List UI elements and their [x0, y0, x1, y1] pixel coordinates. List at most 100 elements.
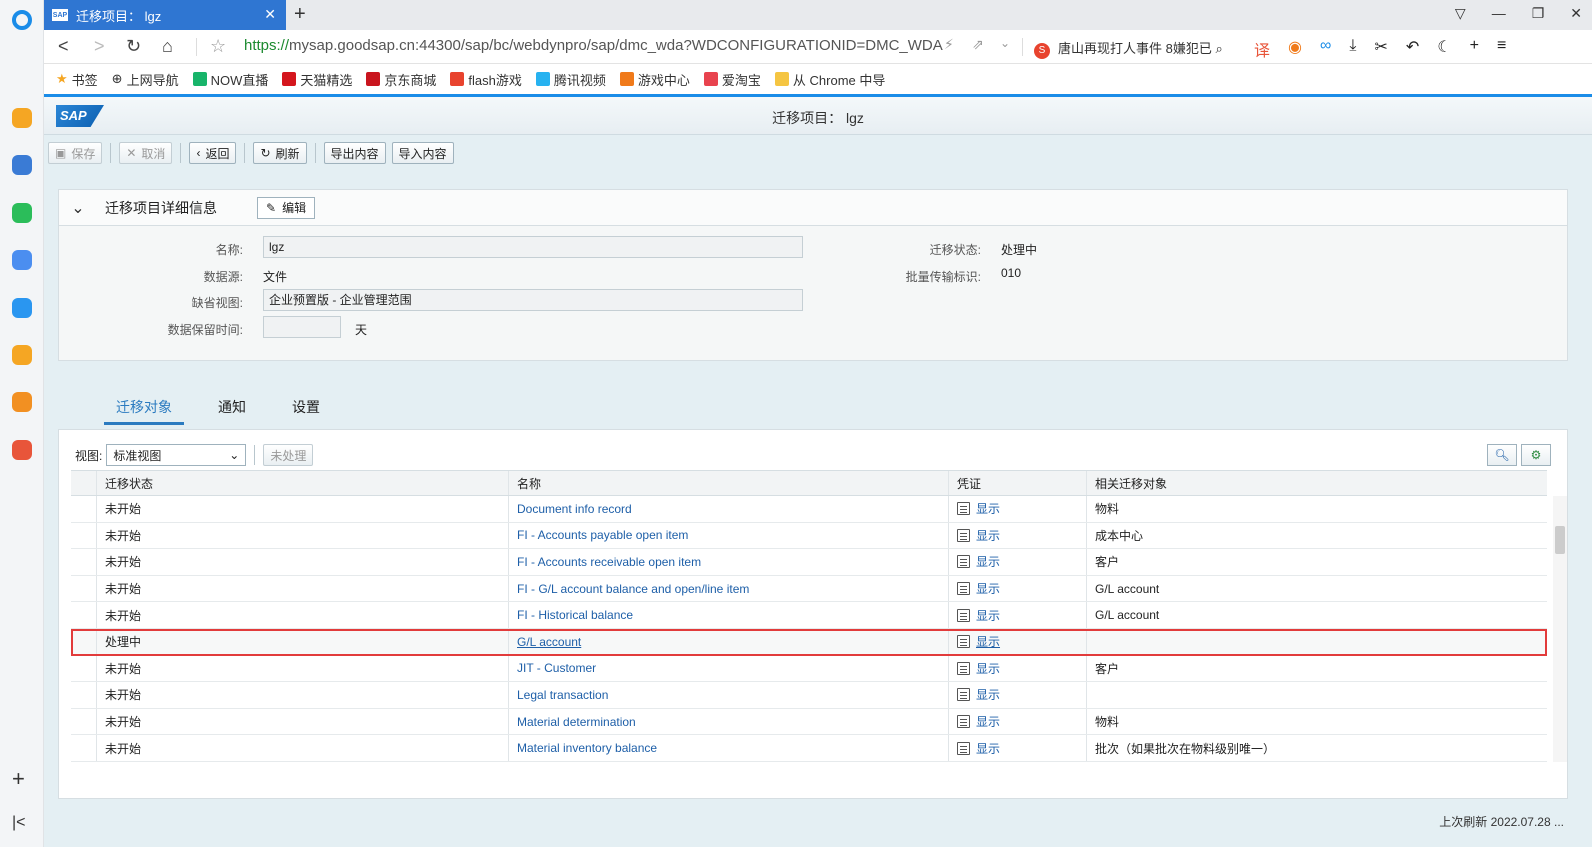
bookmark-item[interactable]: 腾讯视频	[535, 70, 606, 89]
tab-migration-objects[interactable]: 迁移对象	[104, 395, 184, 425]
pin-icon[interactable]: ▽	[1455, 5, 1466, 22]
col-name[interactable]: 名称	[509, 471, 949, 495]
row-selector[interactable]	[71, 682, 97, 708]
display-link[interactable]: 显示	[976, 740, 1000, 757]
display-link[interactable]: 显示	[976, 660, 1000, 677]
name-field[interactable]: lgz	[263, 236, 803, 258]
bookmark-item[interactable]: ⊕ 上网导航	[112, 70, 179, 89]
reader-icon[interactable]	[12, 392, 32, 412]
add-sidebar-icon[interactable]: +	[12, 766, 25, 792]
edit-button[interactable]: ✎ 编辑	[257, 196, 316, 219]
display-link[interactable]: 显示	[976, 633, 1000, 650]
url-field[interactable]: https://mysap.goodsap.cn:44300/sap/bc/we…	[244, 37, 943, 54]
col-doc[interactable]: 凭证	[949, 471, 1087, 495]
table-row[interactable]: 未开始 Document info record 显示 物料	[71, 496, 1547, 523]
object-link[interactable]: JIT - Customer	[517, 661, 596, 675]
share-icon[interactable]: ⇗	[972, 36, 984, 53]
home-icon[interactable]: ⌂	[162, 36, 173, 57]
bookmark-item[interactable]: ★ 书签	[56, 70, 98, 89]
retention-field[interactable]	[263, 316, 341, 338]
object-link[interactable]: FI - Historical balance	[517, 608, 633, 622]
history-icon[interactable]	[12, 155, 32, 175]
table-row[interactable]: 未开始 JIT - Customer 显示 客户	[71, 655, 1547, 683]
display-link[interactable]: 显示	[976, 686, 1000, 703]
row-selector[interactable]	[71, 575, 97, 602]
translate-app-icon[interactable]	[12, 440, 32, 460]
default-view-field[interactable]: 企业预置版 - 企业管理范围	[263, 289, 803, 311]
add-icon[interactable]: +	[1470, 37, 1479, 61]
personalize-button[interactable]: ⚙	[1521, 444, 1551, 466]
search-icon[interactable]: ⌕	[1215, 41, 1222, 56]
row-selector[interactable]	[71, 628, 97, 655]
row-selector[interactable]	[71, 735, 97, 761]
export-button[interactable]: 导出内容	[323, 142, 386, 164]
row-selector[interactable]	[71, 602, 97, 628]
bookmark-item[interactable]: 从 Chrome 中导	[774, 70, 885, 89]
bookmark-item[interactable]: 爱淘宝	[703, 70, 761, 89]
display-link[interactable]: 显示	[976, 580, 1000, 597]
col-status[interactable]: 迁移状态	[97, 471, 509, 495]
display-link[interactable]: 显示	[976, 553, 1000, 570]
translate-icon[interactable]: 译	[1254, 37, 1270, 61]
bookmark-item[interactable]: flash游戏	[450, 70, 522, 89]
tab-notifications[interactable]: 通知	[206, 395, 258, 425]
cloud-icon[interactable]	[12, 250, 32, 270]
favorites-icon[interactable]	[12, 108, 32, 128]
flash-icon[interactable]: ⚡	[944, 36, 954, 53]
minimize-icon[interactable]: —	[1492, 5, 1506, 22]
row-selector[interactable]	[71, 496, 97, 522]
row-selector[interactable]	[71, 549, 97, 575]
display-link[interactable]: 显示	[976, 527, 1000, 544]
search-app-icon[interactable]	[12, 345, 32, 365]
display-link[interactable]: 显示	[976, 607, 1000, 624]
unprocessed-button[interactable]: 未处理	[263, 444, 314, 466]
refresh-button[interactable]: ↻ 刷新	[253, 142, 307, 164]
table-row[interactable]: 未开始 FI - Historical balance 显示 G/L account	[71, 602, 1547, 629]
object-link[interactable]: Document info record	[517, 502, 632, 516]
new-tab-icon[interactable]: +	[294, 3, 306, 26]
vertical-scrollbar[interactable]	[1553, 496, 1567, 762]
bookmark-item[interactable]: 京东商城	[366, 70, 436, 89]
display-link[interactable]: 显示	[976, 713, 1000, 730]
collapse-sidebar-icon[interactable]: |<	[12, 814, 26, 832]
bookmark-item[interactable]: 天猫精选	[282, 70, 352, 89]
table-row[interactable]: 未开始 Legal transaction 显示	[71, 682, 1547, 709]
menu-icon[interactable]: ≡	[1497, 37, 1506, 61]
table-row[interactable]: 未开始 Material determination 显示 物料	[71, 708, 1547, 736]
forward-icon[interactable]: >	[94, 36, 105, 57]
save-button[interactable]: ▣ 保存	[48, 142, 103, 164]
game-icon[interactable]: ◉	[1288, 37, 1302, 61]
import-button[interactable]: 导入内容	[391, 142, 454, 164]
row-selector[interactable]	[71, 522, 97, 549]
plane-icon[interactable]	[12, 298, 32, 318]
row-selector[interactable]	[71, 708, 97, 735]
download-icon[interactable]: ⤓	[1349, 37, 1356, 61]
screenshot-icon[interactable]: ✂	[1374, 37, 1387, 61]
view-select[interactable]: 标准视图 ⌄	[106, 444, 247, 466]
object-link[interactable]: Material determination	[517, 715, 636, 729]
close-window-icon[interactable]: ✕	[1570, 5, 1582, 22]
bookmark-item[interactable]: NOW直播	[192, 70, 268, 89]
undo-icon[interactable]: ↶	[1406, 37, 1419, 61]
infinity-icon[interactable]: ∞	[1320, 37, 1331, 61]
bookmark-item[interactable]: 游戏中心	[619, 70, 690, 89]
object-link[interactable]: Legal transaction	[517, 688, 608, 702]
table-row[interactable]: 未开始 FI - G/L account balance and open/lin…	[71, 575, 1547, 603]
bookmark-star-icon[interactable]: ☆	[210, 36, 226, 57]
reload-icon[interactable]: ↻	[126, 36, 141, 57]
restore-icon[interactable]: ❐	[1532, 5, 1545, 22]
table-row[interactable]: 处理中 G/L account 显示	[71, 628, 1547, 656]
cancel-button[interactable]: ✕ 取消	[119, 142, 173, 164]
object-link[interactable]: FI - Accounts receivable open item	[517, 555, 701, 569]
table-row[interactable]: 未开始 Material inventory balance 显示 批次（如果批次在物…	[71, 735, 1547, 762]
wechat-icon[interactable]	[12, 203, 32, 223]
display-link[interactable]: 显示	[976, 500, 1000, 517]
close-tab-icon[interactable]: ✕	[264, 6, 276, 23]
night-mode-icon[interactable]: ☾	[1437, 37, 1451, 61]
object-link[interactable]: G/L account	[517, 635, 581, 649]
object-link[interactable]: FI - Accounts payable open item	[517, 528, 688, 542]
row-selector[interactable]	[71, 655, 97, 682]
dropdown-icon[interactable]: ⌄	[1000, 36, 1010, 50]
collapse-chevron-icon[interactable]: ⌄	[59, 198, 97, 218]
col-related[interactable]: 相关迁移对象	[1087, 471, 1531, 495]
